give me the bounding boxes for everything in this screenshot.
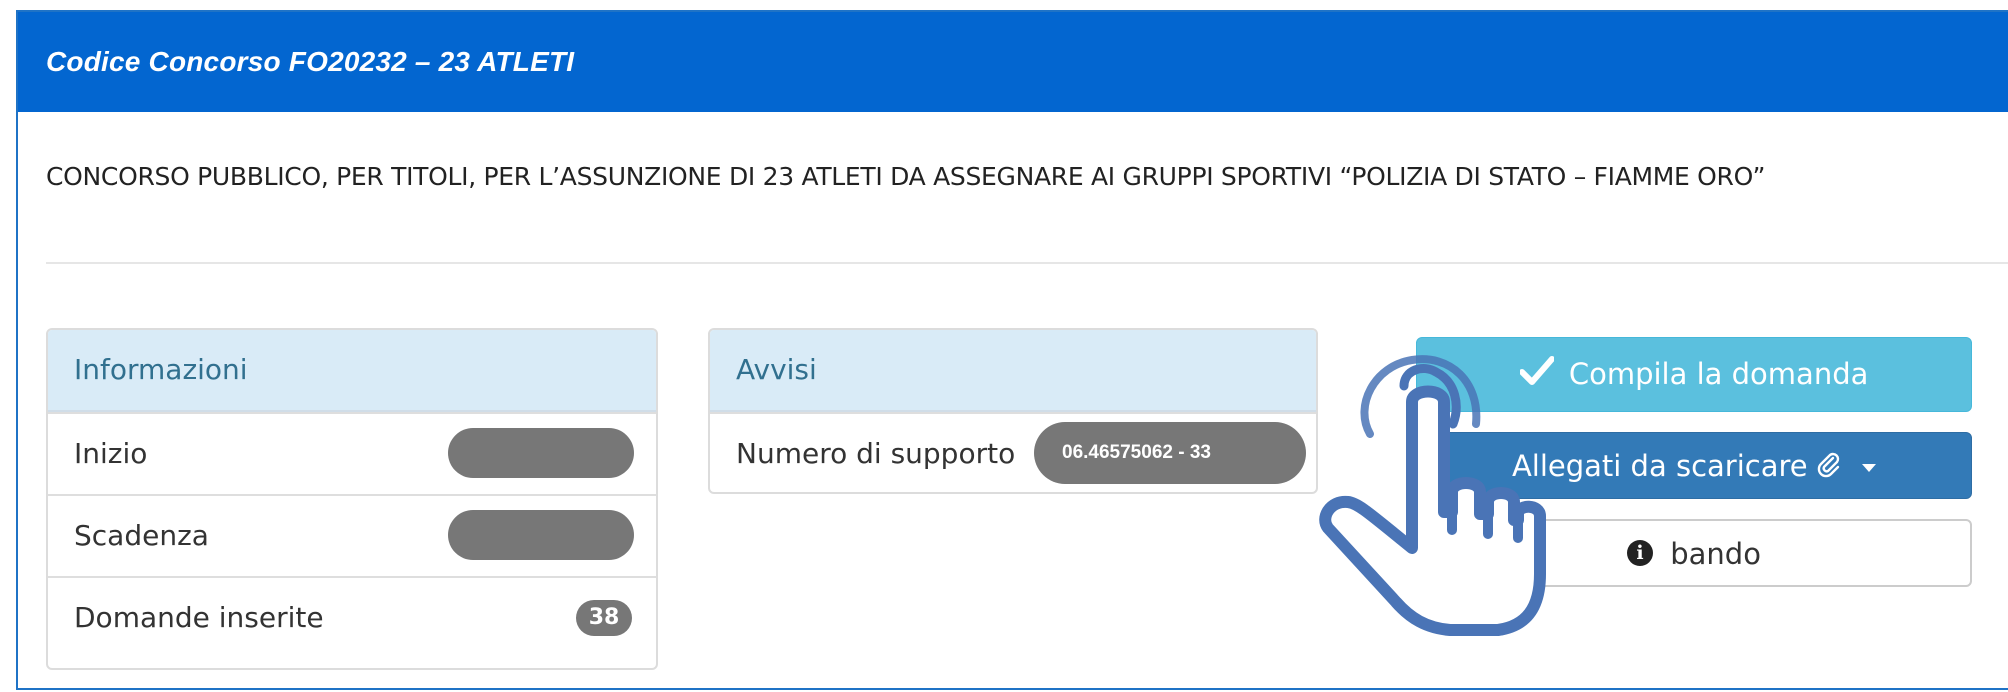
paperclip-icon [1817,435,1841,501]
bando-button[interactable]: i bando [1416,519,1972,587]
list-item-scadenza: Scadenza [48,494,656,576]
compila-domanda-button[interactable]: Compila la domanda [1416,337,1972,412]
list-item-inizio: Inizio [48,412,656,494]
support-number-badge: 06.46575062 - 33 [1034,422,1306,484]
allegati-label: Allegati da scaricare [1511,449,1808,483]
compila-domanda-label: Compila la domanda [1568,357,1869,391]
inizio-label: Inizio [74,437,148,470]
scadenza-value-redacted [448,510,634,560]
informazioni-heading: Informazioni [48,330,656,412]
panel-header: Codice Concorso FO20232 – 23 ATLETI [18,12,2008,112]
info-icon: i [1627,540,1654,566]
chevron-down-icon [1862,464,1877,472]
inizio-value-redacted [448,428,634,478]
page-title: Codice Concorso FO20232 – 23 ATLETI [46,46,575,77]
avvisi-heading: Avvisi [710,330,1316,412]
list-item-domande-inserite: Domande inserite 38 [48,576,656,658]
concorso-description: CONCORSO PUBBLICO, PER TITOLI, PER L’ASS… [46,162,1766,191]
allegati-dropdown-button[interactable]: Allegati da scaricare [1416,432,1972,499]
concorso-panel: Codice Concorso FO20232 – 23 ATLETI CONC… [16,10,2008,690]
informazioni-box: Informazioni Inizio Scadenza Domande ins… [46,328,658,670]
check-icon [1518,340,1555,412]
numero-supporto-label: Numero di supporto [736,437,1016,470]
scadenza-label: Scadenza [74,519,209,552]
domande-count-badge: 38 [576,600,632,636]
avvisi-box: Avvisi Numero di supporto 06.46575062 - … [708,328,1318,494]
divider [46,262,2008,264]
domande-inserite-label: Domande inserite [74,601,324,634]
list-item-numero-supporto: Numero di supporto 06.46575062 - 33 [710,412,1316,492]
bando-label: bando [1670,537,1761,571]
